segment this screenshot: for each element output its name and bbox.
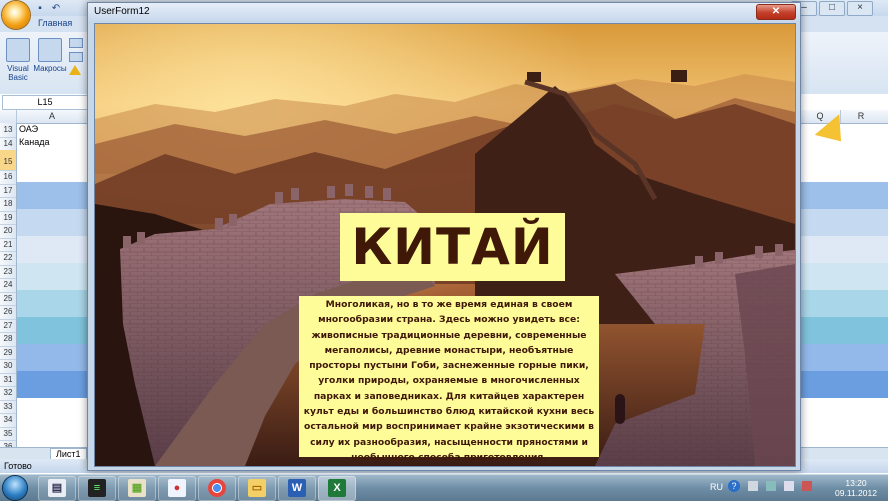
taskbar-chrome[interactable] <box>198 476 236 501</box>
row-header[interactable]: 24 <box>0 278 16 293</box>
row-header[interactable]: 33 <box>0 400 16 414</box>
row-header[interactable]: 16 <box>0 170 16 185</box>
taskbar-paint[interactable]: ● <box>158 476 196 501</box>
taskbar-winrar[interactable]: ▦ <box>118 476 156 501</box>
taskbar-excel[interactable]: X <box>318 476 356 501</box>
chrome-icon <box>208 479 226 497</box>
flag-icon[interactable] <box>802 481 812 491</box>
macros-icon <box>38 38 62 62</box>
folder-icon: ▭ <box>248 479 266 497</box>
row-header[interactable]: 27 <box>0 319 16 333</box>
cell-a14[interactable]: Канада <box>19 136 49 149</box>
office-button[interactable] <box>2 1 30 29</box>
status-text: Готово <box>4 461 32 471</box>
userform-window: UserForm12 ✕ КИТАЙ Многоликая, но в то ж… <box>87 2 801 471</box>
tray-icon[interactable] <box>748 481 758 491</box>
visual-basic-button[interactable]: Visual Basic <box>4 38 32 82</box>
volume-icon[interactable] <box>784 481 794 491</box>
undo-icon[interactable]: ↶ <box>50 3 62 15</box>
start-button[interactable] <box>3 476 27 500</box>
row-header[interactable]: 26 <box>0 305 16 320</box>
row-header[interactable]: 35 <box>0 427 16 441</box>
macros-button[interactable]: Макросы <box>33 38 67 73</box>
excel-icon: X <box>328 479 346 497</box>
taskbar-media-player[interactable]: ≡ <box>78 476 116 501</box>
name-box[interactable]: L15 <box>2 95 88 110</box>
select-all-corner[interactable] <box>0 110 17 123</box>
clock-time: 13:20 <box>845 478 867 488</box>
row-header[interactable]: 18 <box>0 197 16 212</box>
tab-home[interactable]: Главная <box>38 18 72 28</box>
row-header[interactable]: 17 <box>0 184 16 198</box>
visual-basic-label: Visual Basic <box>7 64 29 82</box>
explorer-icon: ▤ <box>48 479 66 497</box>
visual-basic-icon <box>6 38 30 62</box>
clock-date: 09.11.2012 <box>835 488 877 498</box>
language-indicator[interactable]: RU <box>710 482 723 492</box>
row-header[interactable]: 21 <box>0 238 16 252</box>
row-headers: 13 14 15 16 17 18 19 20 21 22 23 24 25 2… <box>0 123 17 457</box>
media-player-icon: ≡ <box>88 479 106 497</box>
relative-refs-icon[interactable] <box>69 52 83 62</box>
maximize-button[interactable]: □ <box>819 1 845 16</box>
excel-window-controls: – □ × <box>789 1 884 16</box>
column-header-a[interactable]: A <box>17 110 88 123</box>
row-header[interactable]: 29 <box>0 346 16 360</box>
row-header[interactable]: 32 <box>0 386 16 401</box>
country-heading: КИТАЙ <box>340 213 565 281</box>
cell-a13[interactable]: ОАЭ <box>19 123 38 136</box>
quick-access-toolbar: ▪ ↶ <box>34 2 94 14</box>
row-header[interactable]: 22 <box>0 251 16 266</box>
country-description: Многоликая, но в то же время единая в св… <box>299 296 599 463</box>
row-header[interactable]: 14 <box>0 137 16 151</box>
winrar-icon: ▦ <box>128 479 146 497</box>
userform-client: КИТАЙ Многоликая, но в то же время едина… <box>94 23 796 467</box>
userform-title-bar: UserForm12 ✕ <box>88 3 800 21</box>
row-header[interactable]: 28 <box>0 332 16 347</box>
warning-icon[interactable] <box>69 65 81 75</box>
close-button[interactable]: × <box>847 1 873 16</box>
row-header[interactable]: 13 <box>0 123 16 138</box>
row-header[interactable]: 23 <box>0 265 16 279</box>
record-macro-icon[interactable] <box>69 38 83 48</box>
paint-icon: ● <box>168 479 186 497</box>
taskbar: ▤ ≡ ▦ ● ▭ W X RU ? 13:20 09.11.2012 <box>0 474 888 501</box>
help-icon[interactable]: ? <box>728 480 740 492</box>
taskbar-explorer[interactable]: ▤ <box>38 476 76 501</box>
clock[interactable]: 13:20 09.11.2012 <box>830 478 882 498</box>
save-icon[interactable]: ▪ <box>34 3 46 15</box>
taskbar-folder[interactable]: ▭ <box>238 476 276 501</box>
row-header[interactable]: 15 <box>0 150 16 171</box>
userform-close-button[interactable]: ✕ <box>756 4 796 20</box>
row-header[interactable]: 25 <box>0 292 16 306</box>
network-icon[interactable] <box>766 481 776 491</box>
row-header[interactable]: 31 <box>0 373 16 387</box>
column-header-r[interactable]: R <box>841 110 881 123</box>
row-header[interactable]: 19 <box>0 211 16 225</box>
row-header[interactable]: 20 <box>0 224 16 239</box>
macros-label: Макросы <box>33 64 67 73</box>
word-icon: W <box>288 479 306 497</box>
userform-title: UserForm12 <box>94 6 150 17</box>
taskbar-word[interactable]: W <box>278 476 316 501</box>
row-header[interactable]: 34 <box>0 413 16 428</box>
row-header[interactable]: 30 <box>0 359 16 374</box>
